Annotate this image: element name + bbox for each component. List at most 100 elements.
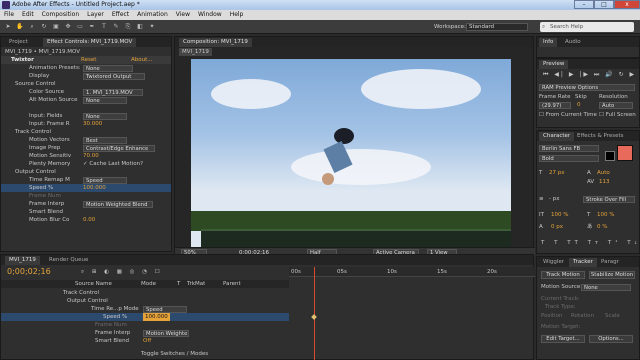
tab-audio[interactable]: Audio — [561, 38, 585, 47]
rotate-tool-icon[interactable]: ↻ — [40, 23, 48, 31]
tab-preview[interactable]: Preview — [539, 60, 569, 69]
about-link[interactable]: About... — [131, 56, 153, 64]
menu-view[interactable]: View — [172, 10, 194, 19]
menu-file[interactable]: File — [0, 10, 18, 19]
tab-tracker[interactable]: Tracker — [569, 258, 597, 267]
resolution-select[interactable]: Auto — [599, 102, 633, 109]
edit-target-button[interactable]: Edit Target... — [541, 335, 585, 343]
input-frame-rate-value[interactable]: 30.000 — [83, 120, 102, 128]
options-button[interactable]: Options... — [589, 335, 633, 343]
tl-smart-blend-value[interactable]: Off — [143, 337, 151, 345]
stroke-width-value[interactable]: - px — [549, 195, 559, 203]
menu-help[interactable]: Help — [226, 10, 248, 19]
tl-frame-interp-select[interactable]: Motion Weighte — [143, 330, 189, 337]
tab-paragraph[interactable]: Paragr — [597, 258, 623, 267]
tl-speed-value[interactable]: 100.000 — [143, 313, 170, 321]
tl-time-remap-select[interactable]: Speed — [143, 306, 187, 313]
leading-value[interactable]: Auto — [597, 169, 610, 177]
text-style-buttons[interactable]: T T TT Tт T¹ T₁ — [541, 239, 640, 247]
position-checkbox[interactable]: Position — [541, 312, 562, 320]
pan-behind-tool-icon[interactable]: ✥ — [64, 23, 72, 31]
toggle-switches-modes[interactable]: Toggle Switches / Modes — [141, 350, 208, 358]
stroke-order-select[interactable]: Stroke Over Fill — [583, 196, 635, 203]
maximize-button[interactable]: □ — [594, 0, 614, 9]
menu-effect[interactable]: Effect — [108, 10, 133, 19]
display-select[interactable]: Twixtored Output — [83, 73, 145, 80]
speed-keyframe[interactable] — [311, 314, 317, 320]
mask-tool-icon[interactable]: ▭ — [76, 23, 84, 31]
font-family-select[interactable]: Berlin Sans FB — [539, 145, 599, 152]
speed-row[interactable]: Speed % 100.000 — [1, 184, 171, 192]
animation-presets-select[interactable]: None — [83, 65, 133, 72]
cache-last-motion-checkbox[interactable]: ✓ Cache Last Motion? — [83, 160, 143, 168]
motion-vectors-select[interactable]: Best — [83, 137, 127, 144]
search-help-input[interactable]: ⌕ Search Help — [540, 22, 634, 32]
workspace-select[interactable]: Standard — [466, 23, 528, 31]
comp-breadcrumb[interactable]: MVI_1719 — [179, 48, 212, 56]
motion-source-select[interactable]: None — [581, 284, 631, 291]
playback-controls[interactable]: ⏮ ◀| ▶ |▶ ⏭ 🔊 ↻ ▶ — [543, 71, 636, 79]
zoom-tool-icon[interactable]: ⌕ — [28, 23, 36, 31]
frame-interp-select[interactable]: Motion Weighted Blend — [83, 201, 153, 208]
pen-tool-icon[interactable]: ✒ — [88, 23, 96, 31]
color-source-select[interactable]: 1. MVI_1719.MOV — [83, 89, 143, 96]
section-track-control[interactable]: Track Control — [15, 128, 51, 136]
tab-effects-presets[interactable]: Effects & Presets — [573, 132, 628, 141]
menu-window[interactable]: Window — [194, 10, 226, 19]
reset-link[interactable]: Reset — [81, 56, 96, 64]
minimize-button[interactable]: – — [574, 0, 594, 9]
frame-rate-select[interactable]: (29.97) — [539, 102, 571, 109]
motion-blur-value[interactable]: 0.00 — [83, 216, 95, 224]
tl-output-control[interactable]: Output Control — [67, 297, 108, 305]
clone-stamp-tool-icon[interactable]: ⎘ — [124, 23, 132, 31]
time-remap-mode-select[interactable]: Speed — [83, 177, 127, 184]
section-source-control[interactable]: Source Control — [15, 80, 56, 88]
full-screen-checkbox[interactable]: ☐ Full Screen — [599, 111, 636, 119]
tl-track-control[interactable]: Track Control — [63, 289, 99, 297]
from-current-time-checkbox[interactable]: ☐ From Current Time — [539, 111, 597, 119]
scale-checkbox[interactable]: Scale — [605, 312, 620, 320]
tab-timeline-comp[interactable]: MVI_1719 — [5, 256, 40, 265]
hand-tool-icon[interactable]: ✋ — [16, 23, 24, 31]
vertical-scale-value[interactable]: 100 % — [551, 211, 568, 219]
menu-composition[interactable]: Composition — [38, 10, 83, 19]
puppet-tool-icon[interactable]: ✦ — [148, 23, 156, 31]
section-output-control[interactable]: Output Control — [15, 168, 56, 176]
effect-name[interactable]: Twixtor — [11, 57, 34, 63]
close-button[interactable]: x — [614, 0, 640, 9]
rotation-checkbox[interactable]: Rotation — [571, 312, 594, 320]
selection-tool-icon[interactable]: ➤ — [4, 23, 12, 31]
tab-project[interactable]: Project — [5, 38, 32, 47]
stabilize-motion-button[interactable]: Stabilize Motion — [589, 271, 635, 279]
menu-animation[interactable]: Animation — [133, 10, 172, 19]
timeline-timecode[interactable]: 0;00;02;16 — [7, 267, 51, 277]
input-fields-select[interactable]: None — [83, 113, 127, 120]
tracking-value[interactable]: 113 — [599, 178, 610, 186]
brush-tool-icon[interactable]: ✎ — [112, 23, 120, 31]
tab-character[interactable]: Character — [539, 132, 575, 141]
timeline-switch-icons[interactable]: ⌕ ⊞ ◐ ▦ ◎ ◔ ☐ — [81, 268, 163, 276]
tl-speed-row[interactable]: Speed % 100.000 — [1, 313, 289, 321]
tab-render-queue[interactable]: Render Queue — [45, 256, 92, 265]
fill-color-swatch[interactable] — [617, 145, 633, 161]
alt-motion-source-select[interactable]: None — [83, 97, 127, 104]
eraser-tool-icon[interactable]: ◧ — [136, 23, 144, 31]
ram-preview-options-select[interactable]: RAM Preview Options — [539, 84, 635, 91]
image-prep-select[interactable]: Contrast/Edge Enhance — [83, 145, 155, 152]
skip-value[interactable]: 0 — [577, 101, 581, 109]
tab-effect-controls[interactable]: Effect Controls: MVI_1719.MOV — [43, 38, 137, 47]
track-motion-button[interactable]: Track Motion — [541, 271, 585, 279]
menu-layer[interactable]: Layer — [83, 10, 108, 19]
font-size-value[interactable]: 27 px — [549, 169, 565, 177]
horizontal-scale-value[interactable]: 100 % — [597, 211, 614, 219]
speed-value[interactable]: 100.000 — [83, 184, 106, 192]
baseline-value[interactable]: 0 px — [551, 223, 563, 231]
tab-composition[interactable]: Composition: MVI_1719 — [179, 38, 252, 47]
font-style-select[interactable]: Bold — [539, 155, 599, 162]
camera-tool-icon[interactable]: ▣ — [52, 23, 60, 31]
tsume-value[interactable]: 0 % — [597, 223, 607, 231]
tab-wiggler[interactable]: Wiggler — [539, 258, 568, 267]
type-tool-icon[interactable]: T — [100, 23, 108, 31]
stroke-color-swatch[interactable] — [605, 151, 615, 161]
time-ruler[interactable]: 00s 05s 10s 15s 20s — [289, 267, 535, 277]
